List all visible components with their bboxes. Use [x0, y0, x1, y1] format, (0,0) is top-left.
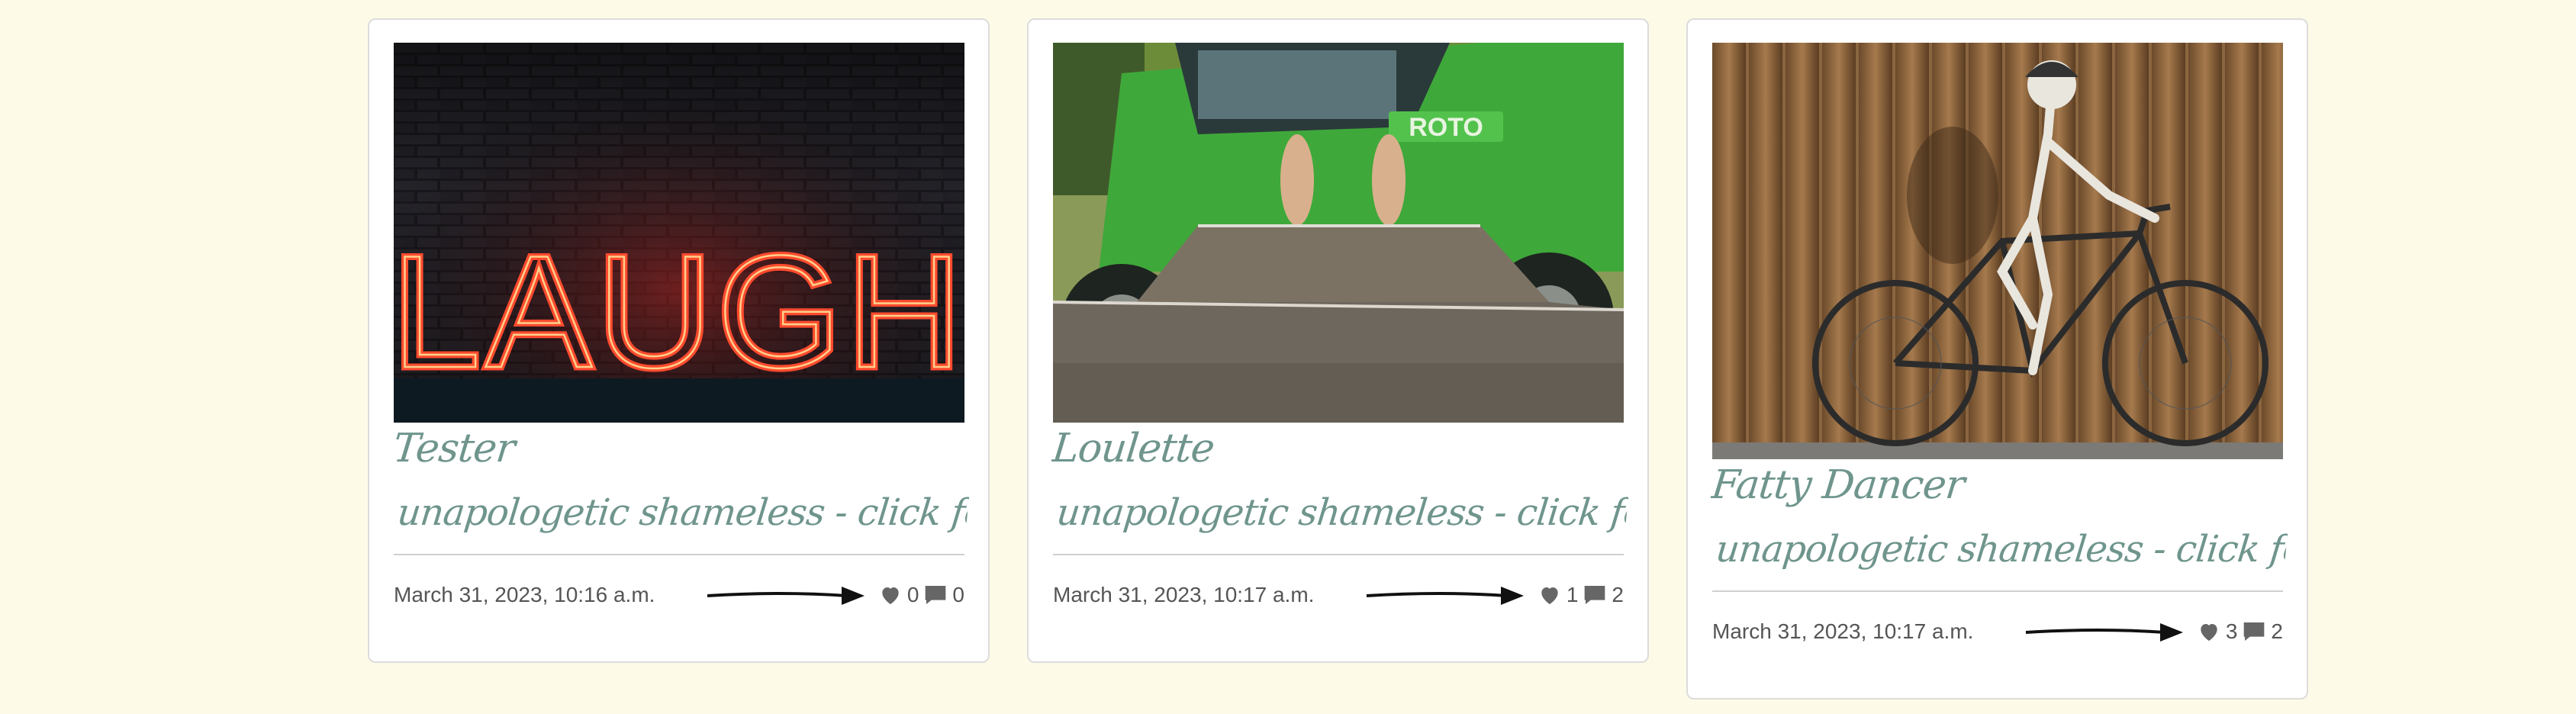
comment-icon [2244, 622, 2265, 641]
like-count: 0 [906, 583, 919, 606]
post-meta: March 31, 2023, 10:16 a.m. 0 0 [394, 555, 964, 635]
post-image-link[interactable] [1712, 43, 2283, 459]
arrow-right-icon [707, 587, 865, 605]
post-date: March 31, 2023, 10:16 a.m. [394, 583, 655, 606]
post-image-link[interactable]: ROTO [1053, 43, 1624, 423]
comment-count: 2 [2271, 619, 2283, 643]
post-image-link[interactable]: LAUGH LAUGH [394, 43, 964, 423]
post-meta: March 31, 2023, 10:17 a.m. 1 2 [1053, 555, 1624, 635]
like-stat[interactable]: 0 [878, 583, 919, 607]
post-card: LAUGH LAUGH Tester unapologetic shameles… [368, 18, 990, 663]
post-meta: March 31, 2023, 10:17 a.m. 3 2 [1712, 592, 2283, 671]
like-count: 1 [1566, 583, 1579, 606]
heart-icon [882, 587, 899, 604]
post-card: ROTO Loulette unapologetic shameless - c… [1027, 18, 1649, 663]
arrow-right-icon [2025, 623, 2183, 642]
like-count: 3 [2225, 619, 2238, 643]
tractor-label: ROTO [1409, 113, 1483, 142]
post-image-skeleton-bicycle [1712, 43, 2283, 459]
comment-stat[interactable]: 0 [923, 583, 964, 607]
post-image-neon-laugh: LAUGH LAUGH [394, 43, 964, 423]
heart-icon [1541, 587, 1558, 604]
comment-stat[interactable]: 2 [2242, 619, 2283, 644]
post-card: Fatty Dancer unapologetic shameless - cl… [1686, 18, 2308, 700]
post-detail-link[interactable]: unapologetic shameless - click for more [1712, 526, 2288, 586]
post-grid: LAUGH LAUGH Tester unapologetic shameles… [368, 18, 2309, 705]
comment-count: 0 [952, 583, 964, 606]
svg-text:LAUGH: LAUGH [394, 222, 964, 401]
post-title: Tester [391, 426, 517, 471]
comment-icon [926, 586, 946, 604]
post-title: Loulette [1050, 426, 1217, 471]
post-image-tractor: ROTO [1053, 43, 1624, 423]
comment-count: 2 [1612, 583, 1624, 606]
post-detail-link[interactable]: unapologetic shameless - click for more [394, 490, 970, 549]
post-date: March 31, 2023, 10:17 a.m. [1712, 619, 1974, 643]
comment-stat[interactable]: 2 [1583, 583, 1624, 607]
post-date: March 31, 2023, 10:17 a.m. [1053, 583, 1315, 606]
comment-icon [1585, 586, 1605, 604]
like-stat[interactable]: 1 [1538, 583, 1579, 607]
post-detail-link[interactable]: unapologetic shameless - click for more [1053, 490, 1629, 549]
like-stat[interactable]: 3 [2197, 619, 2238, 644]
heart-icon [2201, 624, 2217, 641]
post-title: Fatty Dancer [1709, 462, 1966, 508]
arrow-right-icon [1366, 587, 1524, 605]
